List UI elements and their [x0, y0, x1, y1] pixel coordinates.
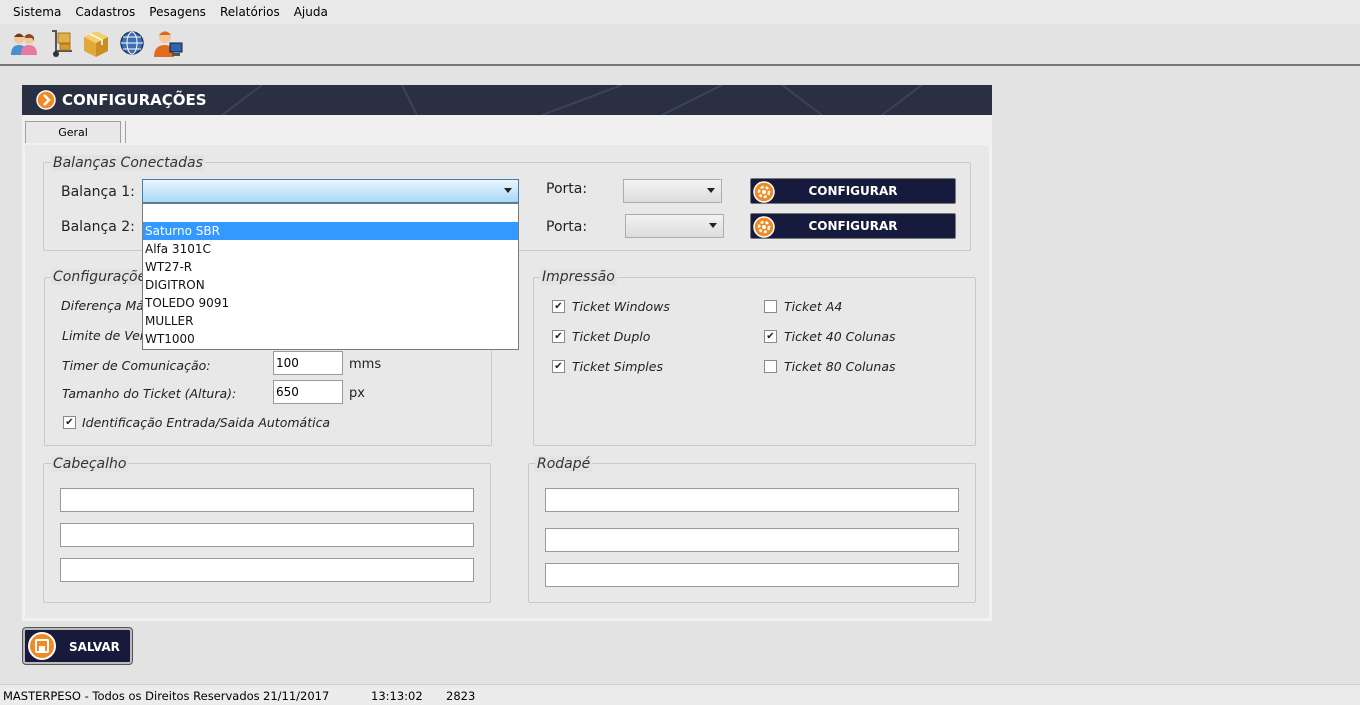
tab-strip: Geral: [22, 115, 992, 145]
dropdown-option-selected[interactable]: Saturno SBR: [143, 222, 518, 240]
balancas-group-title: Balanças Conectadas: [51, 155, 205, 171]
package-icon[interactable]: [80, 27, 112, 59]
dropdown-option[interactable]: [143, 204, 518, 222]
limite-label: Limite de Vei: [62, 328, 144, 343]
tamanho-unit: px: [349, 386, 365, 401]
dropdown-option[interactable]: WT27-R: [143, 258, 518, 276]
balanca1-label: Balança 1:: [61, 184, 135, 200]
porta2-label: Porta:: [546, 219, 588, 235]
status-copyright: MASTERPESO - Todos os Direitos Reservado…: [3, 689, 260, 703]
check-icon: ✔: [65, 416, 74, 428]
toolbar-separator: [0, 64, 1360, 66]
salvar-label: SALVAR: [69, 640, 120, 654]
ticket-simples-checkbox[interactable]: ✔: [552, 360, 565, 373]
gear-icon: [753, 216, 775, 238]
balanca1-dropdown-list: Saturno SBR Alfa 3101C WT27-R DIGITRON T…: [142, 203, 519, 350]
status-code: 2823: [446, 689, 476, 703]
porta2-select[interactable]: [625, 214, 724, 238]
gear-icon: [753, 181, 775, 203]
save-disk-icon: [28, 632, 56, 660]
timer-label: Timer de Comunicação:: [62, 358, 211, 373]
configurar2-button[interactable]: CONFIGURAR: [750, 213, 956, 239]
rodape-line-3[interactable]: [545, 563, 959, 587]
status-time: 13:13:02: [371, 689, 423, 703]
ticket-duplo-checkbox[interactable]: ✔: [552, 330, 565, 343]
cabecalho-line-1[interactable]: [60, 488, 474, 512]
timer-input[interactable]: [273, 351, 343, 375]
chevron-down-icon[interactable]: [709, 223, 717, 228]
porta1-label: Porta:: [546, 181, 588, 197]
configurar2-label: CONFIGURAR: [808, 219, 898, 233]
toolbar: [8, 27, 184, 59]
ticket-a4-checkbox[interactable]: [764, 300, 777, 313]
impressao-group-title: Impressão: [540, 269, 617, 285]
chevron-right-icon: [36, 90, 56, 110]
ticket-duplo-label: Ticket Duplo: [572, 329, 651, 344]
ticket-40-colunas-label: Ticket 40 Colunas: [784, 329, 896, 344]
menu-cadastros[interactable]: Cadastros: [68, 5, 142, 19]
status-bar: MASTERPESO - Todos os Direitos Reservado…: [0, 684, 1360, 705]
ticket-a4-label: Ticket A4: [784, 299, 843, 314]
dropdown-option[interactable]: DIGITRON: [143, 276, 518, 294]
timer-unit: mms: [349, 357, 382, 372]
page-header: CONFIGURAÇÕES: [22, 85, 992, 115]
ticket-40-colunas-checkbox[interactable]: ✔: [764, 330, 777, 343]
rodape-group-title: Rodapé: [535, 456, 593, 472]
globe-icon[interactable]: [116, 27, 148, 59]
check-icon: ✔: [554, 360, 563, 372]
menu-pesagens[interactable]: Pesagens: [142, 5, 213, 19]
ticket-80-colunas-label: Ticket 80 Colunas: [784, 359, 896, 374]
chevron-down-icon[interactable]: [504, 188, 512, 193]
check-icon: ✔: [554, 300, 563, 312]
menu-sistema[interactable]: Sistema: [6, 5, 68, 19]
ticket-simples-label: Ticket Simples: [572, 359, 663, 374]
ticket-80-colunas-checkbox[interactable]: [764, 360, 777, 373]
users-icon[interactable]: [8, 27, 40, 59]
configurar1-button[interactable]: CONFIGURAR: [750, 178, 956, 204]
dropdown-option[interactable]: MULLER: [143, 312, 518, 330]
rodape-line-1[interactable]: [545, 488, 959, 512]
salvar-button[interactable]: SALVAR: [22, 627, 133, 665]
tamanho-label: Tamanho do Ticket (Altura):: [62, 386, 237, 401]
balanca1-select[interactable]: [142, 179, 519, 203]
tab-geral[interactable]: Geral: [25, 121, 121, 143]
rodape-line-2[interactable]: [545, 528, 959, 552]
identificacao-label: Identificação Entrada/Saida Automática: [82, 415, 331, 430]
chevron-down-icon[interactable]: [707, 188, 715, 193]
cabecalho-group-title: Cabeçalho: [51, 456, 129, 472]
diferenca-label: Diferença Máx: [61, 298, 152, 313]
balanca2-label: Balança 2:: [61, 219, 135, 235]
dropdown-option[interactable]: WT1000: [143, 330, 518, 348]
tamanho-input[interactable]: [273, 380, 343, 404]
page-title: CONFIGURAÇÕES: [62, 91, 207, 109]
ticket-windows-checkbox[interactable]: ✔: [552, 300, 565, 313]
menu-bar: Sistema Cadastros Pesagens Relatórios Aj…: [0, 0, 1360, 24]
user-computer-icon[interactable]: [152, 27, 184, 59]
ticket-windows-label: Ticket Windows: [572, 299, 670, 314]
check-icon: ✔: [554, 330, 563, 342]
menu-ajuda[interactable]: Ajuda: [287, 5, 335, 19]
configuracoes-group-title: Configurações: [51, 269, 156, 285]
hand-truck-icon[interactable]: [44, 27, 76, 59]
cabecalho-line-2[interactable]: [60, 523, 474, 547]
dropdown-option[interactable]: TOLEDO 9091: [143, 294, 518, 312]
cabecalho-line-3[interactable]: [60, 558, 474, 582]
porta1-select[interactable]: [623, 179, 722, 203]
menu-relatorios[interactable]: Relatórios: [213, 5, 287, 19]
configurar1-label: CONFIGURAR: [808, 184, 898, 198]
check-icon: ✔: [766, 330, 775, 342]
status-date: 21/11/2017: [263, 689, 330, 703]
identificacao-checkbox[interactable]: ✔: [63, 416, 76, 429]
dropdown-option[interactable]: Alfa 3101C: [143, 240, 518, 258]
tab-divider: [125, 121, 126, 143]
